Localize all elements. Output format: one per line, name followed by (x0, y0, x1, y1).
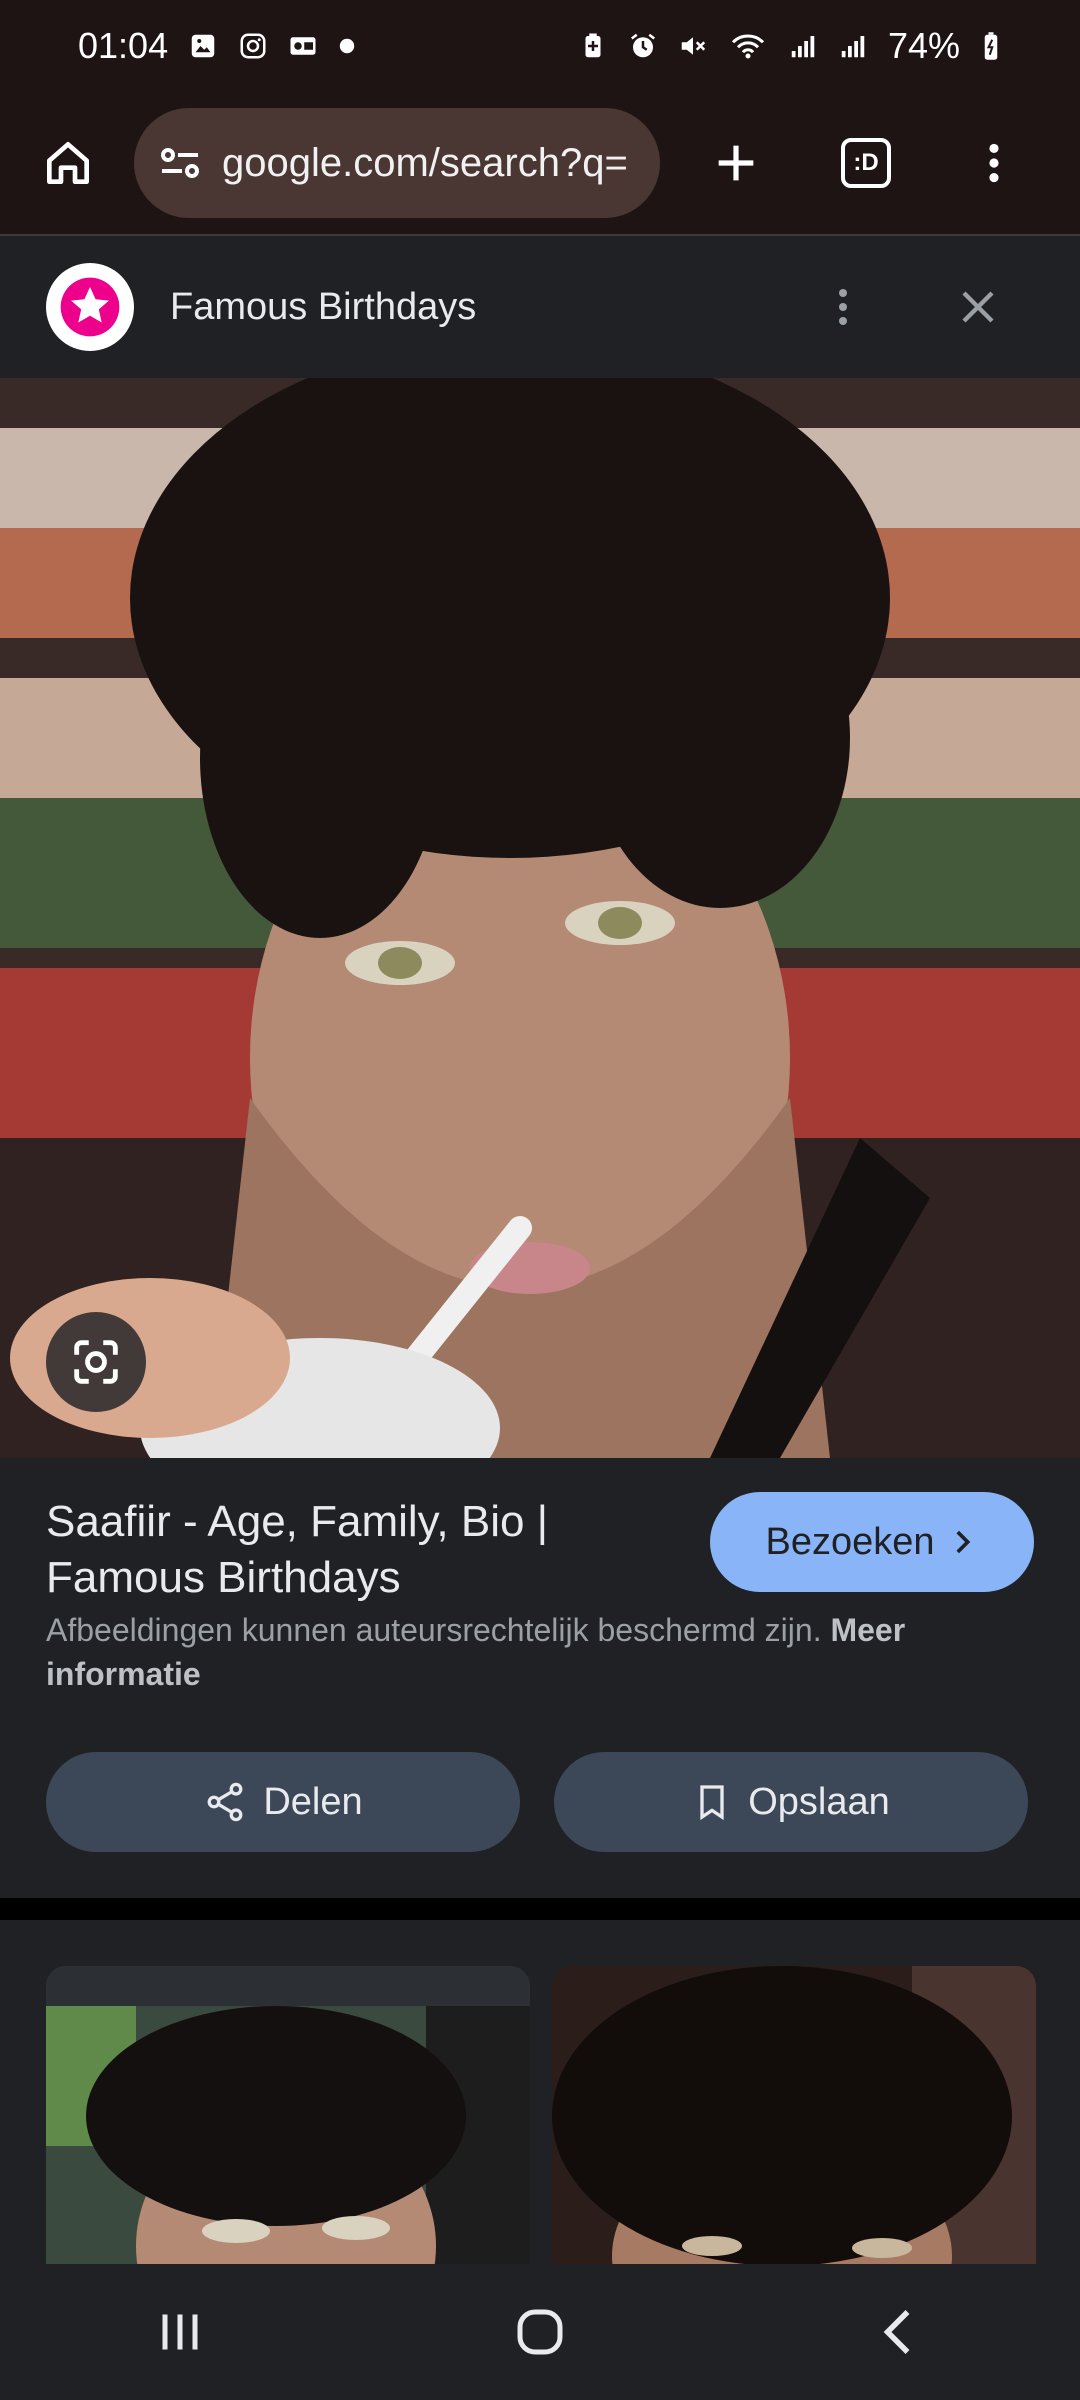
gallery-icon (191, 34, 215, 58)
visit-label: Bezoeken (765, 1520, 935, 1563)
save-button[interactable]: Opslaan (554, 1752, 1028, 1852)
address-bar[interactable]: google.com/search?q= (134, 108, 660, 218)
bookmark-icon (700, 1785, 724, 1821)
save-label: Opslaan (748, 1780, 890, 1823)
thumbnail-image (46, 1966, 530, 2264)
famous-birthdays-logo (46, 263, 134, 351)
site-info-icon[interactable] (156, 139, 204, 187)
status-left: 01:04 (78, 25, 356, 67)
browser-menu-button[interactable] (954, 123, 1034, 203)
instagram-icon (240, 33, 266, 59)
lens-icon (74, 1340, 118, 1384)
recent-apps-icon (162, 2314, 198, 2350)
site-name[interactable]: Famous Birthdays (170, 286, 476, 329)
result-info-panel: Saafiir - Age, Family, Bio | Famous Birt… (0, 1458, 1080, 1898)
dot-icon (339, 38, 355, 54)
copyright-text: Afbeeldingen kunnen auteursrechtelijk be… (46, 1612, 822, 1648)
recent-apps-button[interactable] (140, 2292, 220, 2372)
more-vert-icon (989, 143, 999, 183)
home-button-icon (517, 2309, 563, 2355)
tab-switcher-button[interactable]: :D (826, 123, 906, 203)
close-icon (962, 291, 994, 323)
result-menu-button[interactable] (803, 267, 883, 347)
related-image-1[interactable] (46, 1966, 530, 2264)
thumbnail-image (552, 1966, 1036, 2264)
visit-button[interactable]: Bezoeken (710, 1492, 1034, 1592)
status-right: 74% (578, 25, 1002, 67)
battery-saver-icon (585, 33, 601, 58)
portrait-image (0, 378, 1080, 1458)
new-tab-button[interactable] (696, 123, 776, 203)
share-icon (207, 1782, 243, 1822)
battery-icon (984, 32, 998, 60)
tab-count: :D (853, 149, 879, 176)
system-nav-bar (0, 2264, 1080, 2400)
alarm-icon (630, 33, 655, 58)
result-image[interactable] (0, 378, 1080, 1458)
outlook-icon (290, 37, 316, 55)
signal-icon (791, 36, 815, 58)
back-button[interactable] (860, 2292, 940, 2372)
copyright-notice: Afbeeldingen kunnen auteursrechtelijk be… (46, 1608, 1006, 1696)
result-title[interactable]: Saafiir - Age, Family, Bio | Famous Birt… (46, 1494, 646, 1606)
home-icon (47, 142, 89, 185)
battery-percent: 74% (887, 25, 960, 66)
chevron-right-icon (955, 1530, 970, 1554)
share-label: Delen (263, 1780, 363, 1823)
browser-toolbar: google.com/search?q= :D (0, 92, 1080, 234)
more-vert-icon (839, 289, 847, 325)
home-button[interactable] (28, 123, 108, 203)
clock: 01:04 (78, 25, 169, 66)
mute-icon (681, 37, 706, 55)
close-button[interactable] (938, 267, 1018, 347)
status-bar: 01:04 74% (0, 0, 1080, 92)
google-lens-button[interactable] (46, 1312, 146, 1412)
section-divider (0, 1898, 1080, 1920)
back-icon (883, 2310, 910, 2354)
tab-switcher-icon: :D (841, 138, 891, 188)
home-nav-button[interactable] (500, 2292, 580, 2372)
related-image-2[interactable] (552, 1966, 1036, 2264)
share-button[interactable]: Delen (46, 1752, 520, 1852)
wifi-icon (731, 34, 764, 59)
url-text[interactable]: google.com/search?q= (222, 141, 628, 186)
new-tab-icon (718, 145, 754, 181)
signal-icon (841, 36, 865, 58)
result-site-header: Famous Birthdays (0, 236, 1080, 378)
related-images-grid (0, 1920, 1080, 2264)
